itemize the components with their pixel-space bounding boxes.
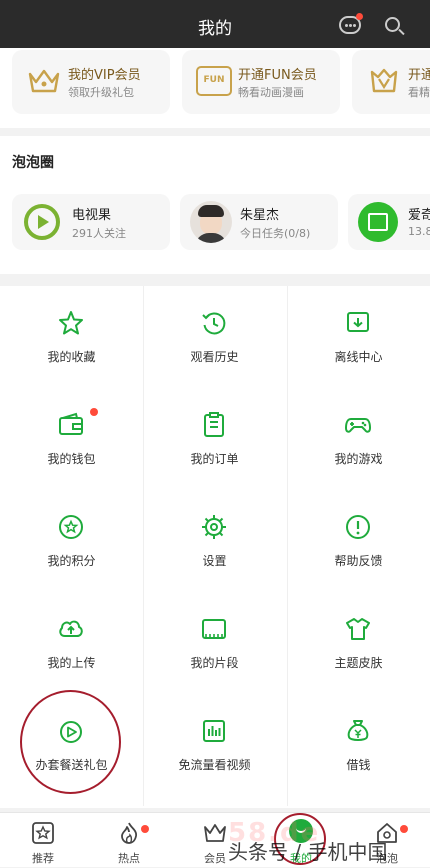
section-title: 泡泡圈 <box>12 155 54 171</box>
history-item[interactable]: 观看历史 <box>143 286 286 388</box>
grid-item-label: 主题皮肤 <box>334 656 383 670</box>
vip-card-title: 我的VIP会员 <box>68 68 141 83</box>
bubble-circle-section: 泡泡圈 电视果 291人关注 朱星杰 今日任务(0/8) 爱奇 13.8 <box>0 136 430 274</box>
offline-item[interactable]: 离线中心 <box>287 286 430 388</box>
settings-icon <box>202 515 226 539</box>
grid-item-label: 借钱 <box>346 758 371 772</box>
star-icon <box>59 311 83 335</box>
points-icon <box>59 515 83 539</box>
bubble-item-name: 爱奇 <box>408 208 430 223</box>
message-badge <box>356 13 363 20</box>
crown-icon <box>28 69 60 93</box>
bubble-item[interactable]: 爱奇 13.8 <box>348 194 430 250</box>
clips-item[interactable]: 我的片段 <box>143 592 286 694</box>
open-vip-card[interactable]: 开通 看精 <box>352 50 430 114</box>
tab-label: 推荐 <box>32 852 54 865</box>
favorites-item[interactable]: 我的收藏 <box>0 286 143 388</box>
grid-divider <box>287 286 288 806</box>
history-icon <box>202 312 226 335</box>
tab-label: 热点 <box>118 852 140 865</box>
avatar <box>190 201 232 243</box>
shirt-icon <box>346 618 370 640</box>
crown-icon <box>204 824 226 842</box>
watermark-text: 头条号 / 手机中国 <box>228 840 388 864</box>
grid-item-label: 我的游戏 <box>334 452 383 466</box>
games-item[interactable]: 我的游戏 <box>287 388 430 490</box>
grid-item-label: 我的收藏 <box>47 350 96 364</box>
grid-item-label: 帮助反馈 <box>334 554 383 568</box>
data-free-icon <box>203 720 225 742</box>
top-bar: 我的 <box>0 0 430 48</box>
grid-item-label: 观看历史 <box>190 350 239 364</box>
bubble-item-sub: 今日任务(0/8) <box>240 227 311 240</box>
download-icon <box>347 312 369 332</box>
grid-item-label: 我的上传 <box>47 656 96 670</box>
borrow-money-item[interactable]: 借钱 <box>287 694 430 796</box>
hot-badge <box>141 825 149 833</box>
help-icon <box>346 515 370 539</box>
bubble-item-name: 电视果 <box>72 208 112 223</box>
search-icon[interactable] <box>385 17 400 32</box>
open-vip-card-subtitle: 看精 <box>408 86 430 99</box>
clip-icon <box>202 619 226 639</box>
grid-item-label: 免流量看视频 <box>178 758 251 772</box>
bubble-item[interactable]: 朱星杰 今日任务(0/8) <box>180 194 338 250</box>
upload-icon <box>59 620 83 637</box>
grid-item-label: 我的积分 <box>47 554 96 568</box>
grid-item-label: 我的片段 <box>190 656 239 670</box>
theme-item[interactable]: 主题皮肤 <box>287 592 430 694</box>
wallet-badge <box>90 408 98 416</box>
bubble-item-name: 朱星杰 <box>240 208 280 223</box>
iqiyi-icon <box>358 202 398 242</box>
grid-item-label: 离线中心 <box>334 350 383 364</box>
grid-item-label: 我的钱包 <box>47 452 96 466</box>
flame-icon <box>121 822 137 844</box>
fun-card-title: 开通FUN会员 <box>238 68 317 83</box>
tv-fruit-icon <box>24 204 60 240</box>
orders-item[interactable]: 我的订单 <box>143 388 286 490</box>
data-free-item[interactable]: 免流量看视频 <box>143 694 286 796</box>
recommend-icon <box>32 822 54 844</box>
money-bag-icon <box>347 720 369 741</box>
tab-hot[interactable]: 热点 <box>86 813 172 868</box>
help-item[interactable]: 帮助反馈 <box>287 490 430 592</box>
fun-card-subtitle: 畅看动画漫画 <box>238 86 304 99</box>
grid-divider <box>143 286 144 806</box>
grid-item-label: 我的订单 <box>190 452 239 466</box>
fun-card[interactable]: FUN 开通FUN会员 畅看动画漫画 <box>182 50 340 114</box>
tab-recommend[interactable]: 推荐 <box>0 813 86 868</box>
grid-item-label: 设置 <box>202 554 227 568</box>
upload-item[interactable]: 我的上传 <box>0 592 143 694</box>
bubble-item-sub: 13.8 <box>408 225 430 238</box>
fun-icon: FUN <box>196 66 232 96</box>
bubble-item-sub: 291人关注 <box>72 227 126 240</box>
highlight-circle <box>20 690 121 794</box>
open-vip-card-title: 开通 <box>408 68 430 83</box>
points-item[interactable]: 我的积分 <box>0 490 143 592</box>
page-title: 我的 <box>198 19 232 39</box>
wallet-icon <box>59 412 83 435</box>
vip-card-subtitle: 领取升级礼包 <box>68 86 134 99</box>
order-icon <box>204 412 224 437</box>
vip-v-icon <box>370 68 398 93</box>
gamepad-icon <box>345 418 371 433</box>
wallet-item[interactable]: 我的钱包 <box>0 388 143 490</box>
settings-item[interactable]: 设置 <box>143 490 286 592</box>
bubble-item[interactable]: 电视果 291人关注 <box>12 194 170 250</box>
membership-row: 我的VIP会员 领取升级礼包 FUN 开通FUN会员 畅看动画漫画 开通 看精 <box>0 48 430 128</box>
vip-card[interactable]: 我的VIP会员 领取升级礼包 <box>12 50 170 114</box>
bubble-badge <box>400 825 408 833</box>
